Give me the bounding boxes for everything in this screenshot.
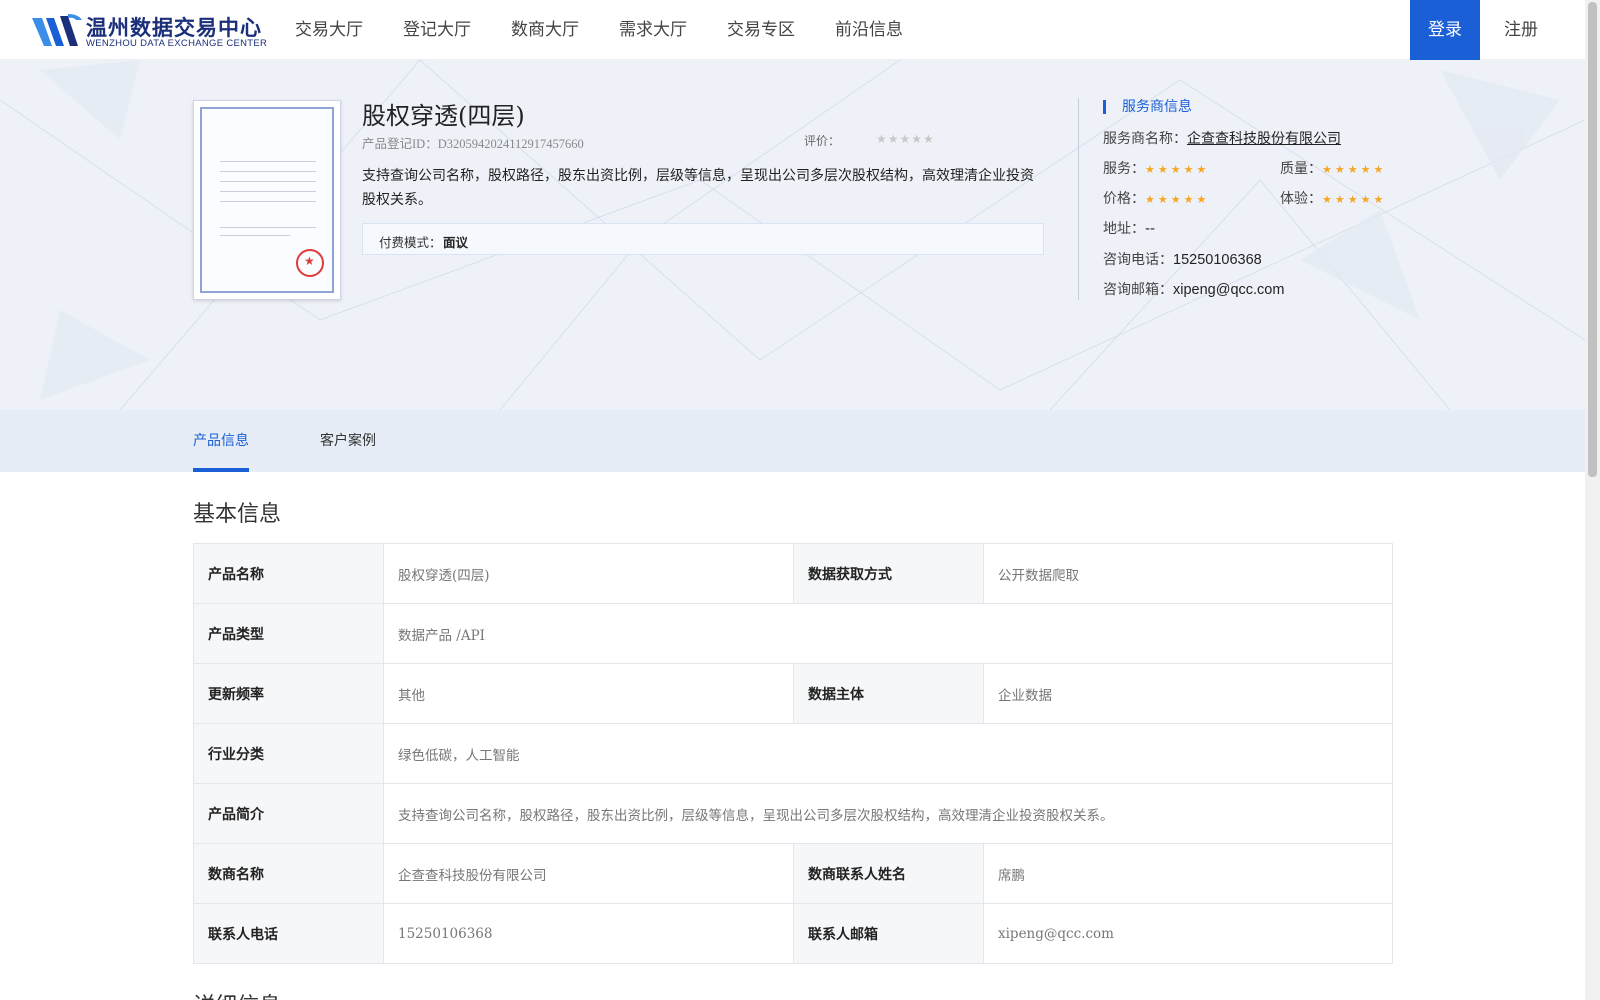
data-subject-value: 企业数据 [983,663,1393,724]
nav-registration-hall[interactable]: 登记大厅 [403,0,471,60]
product-certificate-image[interactable] [193,100,341,300]
acquire-method-value: 公开数据爬取 [983,543,1393,604]
vendor-contact-value: 席鹏 [983,843,1393,904]
provider-quality-row: 质量：★★★★★ [1280,158,1386,178]
contact-phone-key: 联系人电话 [193,903,384,964]
vendor-name-key: 数商名称 [193,843,384,904]
contact-email-key: 联系人邮箱 [793,903,984,964]
quality-label: 质量： [1280,161,1322,177]
product-hero: 股权穿透(四层) 产品登记ID：D32059420241129174576​60… [0,60,1585,410]
active-tab-indicator [193,468,249,472]
contact-email-value: xipeng@qcc.com [983,903,1393,964]
contact-phone-value: 15250106368 [383,903,794,964]
top-header: 温州数据交易中心 WENZHOU DATA EXCHANGE CENTER 交易… [0,0,1585,60]
provider-email-row: 咨询邮箱：xipeng@qcc.com [1103,279,1284,299]
logo-mark-icon [32,14,82,46]
fee-mode-value: 面议 [443,235,469,250]
table-row: 更新频率 其他 数据主体 企业数据 [193,663,1393,724]
data-subject-key: 数据主体 [793,663,984,724]
address-value: -- [1145,221,1156,237]
table-row: 产品名称 股权穿透(四层) 数据获取方式 公开数据爬取 [193,543,1393,604]
tab-customer-cases[interactable]: 客户案例 [320,430,376,450]
table-row: 产品类型 数据产品 /API [193,603,1393,664]
provider-name-row: 服务商名称：企查查科技股份有限公司 [1103,128,1341,148]
hero-divider [1078,98,1079,300]
product-intro-value: 支持查询公司名称，股权路径，股东出资比例，层级等信息，呈现出公司多层次股权结构，… [383,783,1393,844]
scrollbar-thumb[interactable] [1588,2,1597,477]
phone-label: 咨询电话： [1103,252,1173,268]
provider-name-link[interactable]: 企查查科技股份有限公司 [1187,131,1341,147]
service-label: 服务： [1103,161,1145,177]
address-label: 地址： [1103,221,1145,237]
vendor-contact-key: 数商联系人姓名 [793,843,984,904]
nav-vendor-hall[interactable]: 数商大厅 [511,0,579,60]
certificate-frame [200,107,334,293]
detail-info-title: 详细信息 [193,988,281,1000]
rating-stars-icon[interactable]: ★★★★★ [876,132,935,146]
rating-label: 评价： [804,134,841,148]
product-description: 支持查询公司名称，股权路径，股东出资比例，层级等信息，呈现出公司多层次股权结构，… [362,168,1034,208]
provider-service-row: 服务：★★★★★ [1103,158,1209,178]
industry-key: 行业分类 [193,723,384,784]
product-type-value: 数据产品 /API [383,603,1393,664]
table-row: 产品简介 支持查询公司名称，股权路径，股东出资比例，层级等信息，呈现出公司多层次… [193,783,1393,844]
fee-mode-label: 付费模式： [379,235,442,250]
experience-stars-icon: ★★★★★ [1322,193,1387,206]
price-label: 价格： [1103,191,1145,207]
product-registration-id: 产品登记ID：D32059420241129174576​60 [362,137,584,151]
provider-price-row: 价格：★★★★★ [1103,188,1209,208]
nav-trading-zone[interactable]: 交易专区 [727,0,795,60]
nav-trading-hall[interactable]: 交易大厅 [295,0,363,60]
product-name-key: 产品名称 [193,543,384,604]
provider-name-label: 服务商名称： [1103,131,1187,147]
product-name-value: 股权穿透(四层) [383,543,794,604]
nav-frontier-info[interactable]: 前沿信息 [835,0,903,60]
tabs-bar: 产品信息 客户案例 [0,410,1585,472]
basic-info-table: 产品名称 股权穿透(四层) 数据获取方式 公开数据爬取 产品类型 数据产品 /A… [193,543,1393,964]
fee-mode-box: 付费模式： 面议 [362,223,1044,255]
product-type-key: 产品类型 [193,603,384,664]
login-button[interactable]: 登录 [1410,0,1480,60]
logo-text-en: WENZHOU DATA EXCHANGE CENTER [86,38,268,49]
service-stars-icon: ★★★★★ [1145,163,1210,176]
acquire-method-key: 数据获取方式 [793,543,984,604]
price-stars-icon: ★★★★★ [1145,193,1210,206]
table-row: 数商名称 企查查科技股份有限公司 数商联系人姓名 席鹏 [193,843,1393,904]
table-row: 联系人电话 15250106368 联系人邮箱 xipeng@qcc.com [193,903,1393,964]
update-frequency-key: 更新频率 [193,663,384,724]
page-scrollbar[interactable] [1585,0,1600,1000]
register-button[interactable]: 注册 [1486,0,1556,60]
email-value: xipeng@qcc.com [1173,282,1285,298]
update-frequency-value: 其他 [383,663,794,724]
table-row: 行业分类 绿色低碳，人工智能 [193,723,1393,784]
provider-section-title: 服务商信息 [1103,100,1192,114]
certificate-seal-icon [296,249,324,277]
main-nav: 交易大厅 登记大厅 数商大厅 需求大厅 交易专区 前沿信息 [295,0,943,60]
provider-phone-row: 咨询电话：15250106368 [1103,249,1262,269]
product-title: 股权穿透(四层) [362,102,525,130]
vendor-name-value: 企查查科技股份有限公司 [383,843,794,904]
experience-label: 体验： [1280,191,1322,207]
provider-experience-row: 体验：★★★★★ [1280,188,1386,208]
provider-address-row: 地址：-- [1103,218,1155,238]
basic-info-title: 基本信息 [193,502,282,527]
nav-demand-hall[interactable]: 需求大厅 [619,0,687,60]
industry-value: 绿色低碳，人工智能 [383,723,1393,784]
tab-product-info[interactable]: 产品信息 [193,430,249,450]
phone-value: 15250106368 [1173,252,1262,268]
email-label: 咨询邮箱： [1103,282,1173,298]
product-intro-key: 产品简介 [193,783,384,844]
site-logo[interactable]: 温州数据交易中心 WENZHOU DATA EXCHANGE CENTER [30,12,267,50]
quality-stars-icon: ★★★★★ [1322,163,1387,176]
